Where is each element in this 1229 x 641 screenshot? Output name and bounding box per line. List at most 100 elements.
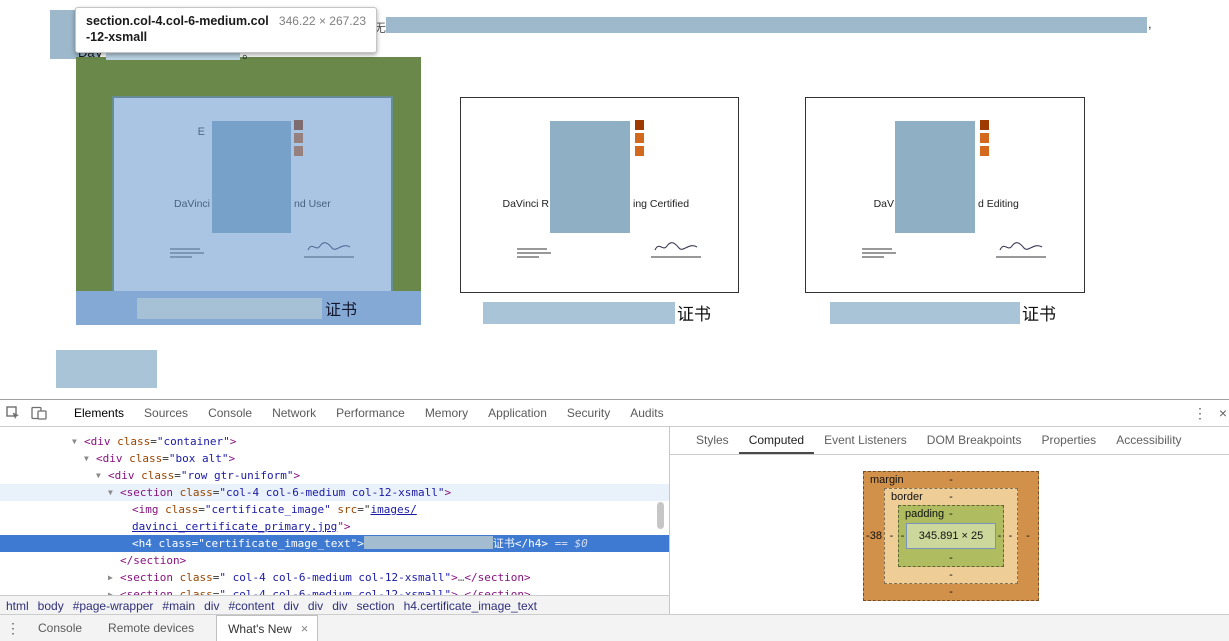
content-box-dimensions: 345.891 × 25 bbox=[906, 523, 996, 549]
certificate-logo-dots bbox=[635, 120, 644, 156]
certificate-card-3[interactable]: DaV d Editing bbox=[805, 97, 1085, 293]
tree-node-div-box-alt[interactable]: ▼ <div class="box alt"> bbox=[0, 450, 669, 467]
certificate-card-2[interactable]: DaVinci R ing Certified bbox=[460, 97, 739, 293]
resource-link[interactable]: images/ bbox=[370, 503, 416, 516]
padding-right-value: - bbox=[997, 530, 1002, 542]
crumb-page-wrapper[interactable]: #page-wrapper bbox=[73, 599, 154, 613]
tab-security[interactable]: Security bbox=[557, 401, 620, 426]
tab-accessibility[interactable]: Accessibility bbox=[1106, 427, 1191, 454]
drawer-tab-whats-new[interactable]: What's New × bbox=[216, 615, 319, 641]
crumb-body[interactable]: body bbox=[38, 599, 64, 613]
drawer-tab-close-icon[interactable]: × bbox=[301, 621, 309, 636]
tree-node-section-hovered[interactable]: ▼ <section class="col-4 col-6-medium col-… bbox=[0, 484, 669, 501]
logo-dot-icon bbox=[980, 120, 989, 130]
certificate-fineprint bbox=[517, 248, 551, 260]
border-left-value: - bbox=[889, 530, 894, 542]
collapse-arrow-icon[interactable]: ▶ bbox=[108, 569, 120, 586]
redacted-node-text bbox=[363, 536, 493, 549]
tooltip-dimensions: 346.22 × 267.23 bbox=[278, 14, 366, 28]
crumb-div[interactable]: div bbox=[308, 599, 323, 613]
crumb-html[interactable]: html bbox=[6, 599, 29, 613]
drawer-item-console[interactable]: Console bbox=[38, 621, 82, 635]
crumb-div[interactable]: div bbox=[332, 599, 347, 613]
tab-audits[interactable]: Audits bbox=[620, 401, 673, 426]
tab-event-listeners[interactable]: Event Listeners bbox=[814, 427, 917, 454]
devtools-panel: Elements Sources Console Network Perform… bbox=[0, 399, 1229, 641]
drawer-item-remote-devices[interactable]: Remote devices bbox=[108, 621, 194, 635]
padding-bottom-value: - bbox=[949, 552, 953, 564]
tab-performance[interactable]: Performance bbox=[326, 401, 415, 426]
crumb-div[interactable]: div bbox=[204, 599, 219, 613]
crumb-h4-selected[interactable]: h4.certificate_image_text bbox=[404, 599, 537, 613]
border-label: border bbox=[891, 491, 923, 503]
tree-node-section-close[interactable]: </section> bbox=[0, 552, 669, 569]
collapse-arrow-icon[interactable]: ▶ bbox=[108, 586, 120, 595]
devtools-drawer: ⋮ Console Remote devices What's New × bbox=[0, 614, 1229, 641]
caption-suffix-text: 证书 bbox=[1022, 305, 1056, 324]
drawer-menu-icon[interactable]: ⋮ bbox=[0, 620, 26, 637]
caption-suffix-text: 证书 bbox=[677, 305, 711, 324]
computed-pane: margin - -38 border - - padding - - 345.… bbox=[670, 455, 1229, 615]
logo-dot-icon bbox=[980, 133, 989, 143]
tree-node-h4-selected[interactable]: <h4 class="certificate_image_text"> 证书</h… bbox=[0, 535, 669, 552]
certificate-text-right: d Editing bbox=[978, 198, 1019, 210]
tree-scrollbar[interactable] bbox=[657, 502, 664, 529]
crumb-section[interactable]: section bbox=[357, 599, 395, 613]
tree-node-div-container[interactable]: ▼ <div class="container"> bbox=[0, 433, 669, 450]
expand-arrow-icon[interactable]: ▼ bbox=[96, 467, 108, 484]
tab-memory[interactable]: Memory bbox=[415, 401, 478, 426]
logo-dot-icon bbox=[635, 120, 644, 130]
tab-elements[interactable]: Elements bbox=[64, 401, 134, 426]
tree-node-section-collapsed[interactable]: ▶ <section class=" col-4 col-6-medium col… bbox=[0, 569, 669, 586]
redacted-footer-block bbox=[56, 350, 157, 388]
box-model-diagram: margin - -38 border - - padding - - 345.… bbox=[863, 471, 1039, 601]
crumb-main[interactable]: #main bbox=[162, 599, 195, 613]
logo-dot-icon bbox=[635, 146, 644, 156]
certificate-text-left: DaVinci R bbox=[502, 198, 550, 210]
crumb-div[interactable]: div bbox=[284, 599, 299, 613]
tab-computed[interactable]: Computed bbox=[739, 427, 814, 454]
tab-properties[interactable]: Properties bbox=[1031, 427, 1106, 454]
expand-arrow-icon[interactable]: ▼ bbox=[72, 433, 84, 450]
redacted-caption-text bbox=[830, 301, 1020, 324]
logo-dot-icon bbox=[980, 146, 989, 156]
crumb-content[interactable]: #content bbox=[228, 599, 274, 613]
devtools-tab-bar: Elements Sources Console Network Perform… bbox=[64, 401, 674, 426]
tab-styles[interactable]: Styles bbox=[686, 427, 739, 454]
paragraph-trailing-punctuation: , bbox=[1148, 16, 1152, 31]
selected-node-flag: == $0 bbox=[554, 537, 588, 550]
signature-caption-line bbox=[996, 256, 1046, 258]
devtools-menu-icon[interactable]: ⋮ bbox=[1193, 400, 1207, 426]
redacted-caption-text bbox=[137, 297, 322, 319]
tab-application[interactable]: Application bbox=[478, 401, 557, 426]
inspect-content-overlay bbox=[112, 96, 393, 293]
tree-node-img-wrap[interactable]: davinci_certificate_primary.jpg"> bbox=[0, 518, 669, 535]
inspect-highlight-section: E DaVinci nd User 证书 bbox=[76, 57, 421, 325]
logo-dot-icon bbox=[635, 133, 644, 143]
margin-label: margin bbox=[870, 474, 904, 486]
tab-dom-breakpoints[interactable]: DOM Breakpoints bbox=[917, 427, 1032, 454]
padding-box: padding - - 345.891 × 25 - - bbox=[898, 505, 1004, 567]
border-top-value: - bbox=[949, 491, 953, 503]
tab-console[interactable]: Console bbox=[198, 401, 262, 426]
devtools-close-icon[interactable]: × bbox=[1219, 400, 1227, 426]
elements-pane: ▼ <div class="container"> ▼ <div class="bo… bbox=[0, 427, 669, 615]
certificate-caption-2: 证书 bbox=[483, 300, 711, 325]
tab-network[interactable]: Network bbox=[262, 401, 326, 426]
expand-arrow-icon[interactable]: ▼ bbox=[108, 484, 120, 501]
tree-node-div-row[interactable]: ▼ <div class="row gtr-uniform"> bbox=[0, 467, 669, 484]
inspect-element-icon[interactable] bbox=[0, 406, 26, 420]
certificate-fineprint bbox=[862, 248, 896, 260]
drawer-tab-label: What's New bbox=[228, 621, 292, 636]
redacted-caption-text bbox=[483, 301, 675, 324]
tree-node-img[interactable]: <img class="certificate_image" src="imag… bbox=[0, 501, 669, 518]
tree-node-section-collapsed[interactable]: ▶ <section class=" col-4 col-6-medium col… bbox=[0, 586, 669, 595]
expand-arrow-icon[interactable]: ▼ bbox=[84, 450, 96, 467]
sidebar-tab-bar: Styles Computed Event Listeners DOM Brea… bbox=[670, 427, 1229, 455]
resource-link[interactable]: davinci_certificate_primary.jpg bbox=[132, 520, 337, 533]
device-toolbar-icon[interactable] bbox=[26, 406, 52, 420]
border-box: border - - padding - - 345.891 × 25 - - … bbox=[884, 488, 1018, 584]
certificate-text-left: DaV bbox=[873, 198, 894, 210]
breadcrumb: html body #page-wrapper #main div #conte… bbox=[0, 595, 669, 615]
tab-sources[interactable]: Sources bbox=[134, 401, 198, 426]
